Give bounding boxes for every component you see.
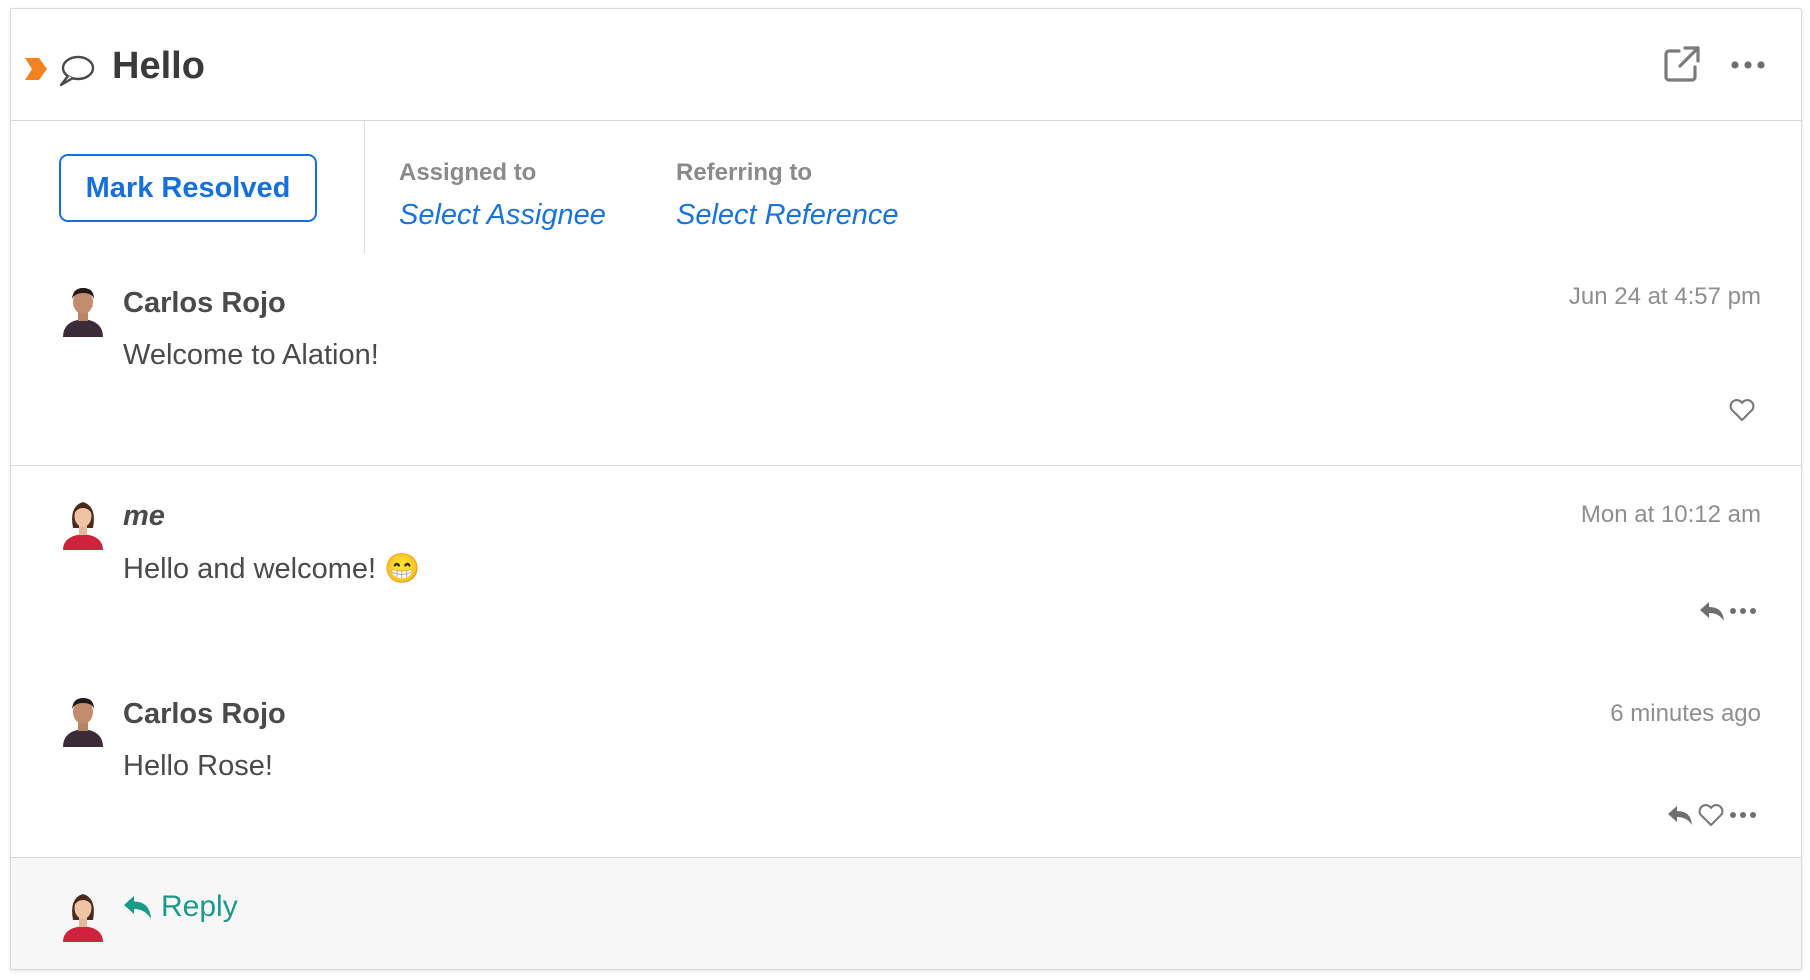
reply-link[interactable]: Reply <box>121 890 238 924</box>
reply-icon[interactable] <box>1665 802 1695 828</box>
comment-author: me <box>123 500 165 532</box>
avatar <box>63 288 103 337</box>
more-icon[interactable] <box>1728 598 1758 624</box>
comment-timestamp: Mon at 10:12 am <box>1580 501 1761 528</box>
external-link-icon[interactable] <box>1661 43 1703 85</box>
select-assignee-link[interactable]: Select Assignee <box>399 199 606 232</box>
assigned-to-label: Assigned to <box>399 159 537 186</box>
ellipsis-icon[interactable] <box>1729 53 1767 77</box>
speech-bubble-icon <box>59 55 95 87</box>
mark-resolved-button[interactable]: Mark Resolved <box>59 154 317 222</box>
reply-icon <box>124 896 151 919</box>
reply-footer: Reply <box>11 857 1801 969</box>
conversation-panel: Hello Mark Resolved Assigned to Select A… <box>10 8 1802 970</box>
comment-text: Hello Rose! <box>123 750 273 782</box>
avatar <box>63 502 103 550</box>
reply-icon[interactable] <box>1697 598 1727 624</box>
comment-text: Welcome to Alation! <box>123 339 379 371</box>
comment-item: me Mon at 10:12 am Hello and welcome! 😁 <box>11 466 1801 658</box>
avatar <box>63 894 103 942</box>
comment-text: Hello and welcome! 😁 <box>123 553 421 585</box>
like-icon[interactable] <box>1696 802 1726 828</box>
flag-icon <box>25 58 47 80</box>
reply-label: Reply <box>161 890 238 923</box>
comment-author: Carlos Rojo <box>123 698 286 730</box>
comment-item: Carlos Rojo Jun 24 at 4:57 pm Welcome to… <box>11 253 1801 465</box>
meta-divider <box>364 121 365 253</box>
conversation-meta: Mark Resolved Assigned to Select Assigne… <box>11 121 1801 253</box>
referring-to-label: Referring to <box>676 159 813 186</box>
like-icon[interactable] <box>1727 397 1757 423</box>
comment-item: Carlos Rojo 6 minutes ago Hello Rose! <box>11 658 1801 856</box>
comment-timestamp: 6 minutes ago <box>1610 700 1761 727</box>
avatar <box>63 698 103 747</box>
conversation-header: Hello <box>11 9 1801 121</box>
conversation-title: Hello <box>112 45 205 87</box>
more-icon[interactable] <box>1728 802 1758 828</box>
select-reference-link[interactable]: Select Reference <box>676 199 898 232</box>
comment-author: Carlos Rojo <box>123 287 286 319</box>
comment-timestamp: Jun 24 at 4:57 pm <box>1568 283 1761 310</box>
